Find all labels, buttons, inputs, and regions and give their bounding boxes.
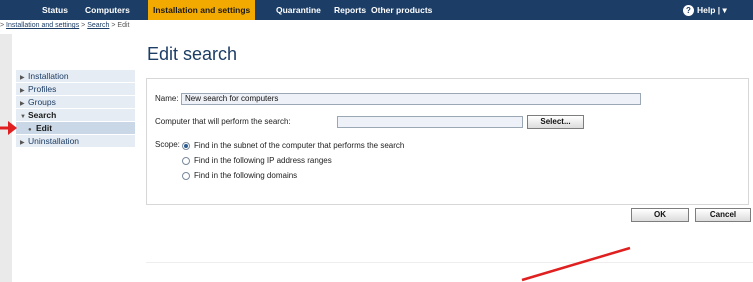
ok-button[interactable]: OK <box>631 208 689 222</box>
breadcrumb-separator: > <box>0 22 5 29</box>
sidebar-item-profiles[interactable]: ▶ Profiles <box>16 83 135 96</box>
help-label: Help | <box>697 5 721 15</box>
name-field[interactable]: New search for computers <box>181 93 641 105</box>
sidebar-item-label: Edit <box>36 123 53 133</box>
breadcrumb-current: Edit <box>117 22 130 29</box>
nav-tab-status[interactable]: Status <box>42 0 68 20</box>
sidebar-item-installation[interactable]: ▶ Installation <box>16 70 135 83</box>
scope-radio-subnet[interactable] <box>182 142 190 150</box>
breadcrumb-link-search[interactable]: Search <box>87 22 109 29</box>
sidebar-item-search[interactable]: ▼ Search <box>16 109 135 122</box>
left-rail <box>0 34 12 282</box>
sidebar-item-label: Uninstallation <box>28 136 80 146</box>
sidebar: ▶ Installation ▶ Profiles ▶ Groups ▼ Search … <box>16 70 135 148</box>
scope-option-subnet-label: Find in the subnet of the computer that … <box>194 141 405 150</box>
name-label: Name: <box>155 94 179 103</box>
breadcrumb-separator: > <box>111 22 116 29</box>
sidebar-item-groups[interactable]: ▶ Groups <box>16 96 135 109</box>
sidebar-item-uninstallation[interactable]: ▶ Uninstallation <box>16 135 135 148</box>
chevron-right-icon: ▶ <box>20 140 25 146</box>
annotation-arrow-icon <box>0 121 17 135</box>
sidebar-item-label: Installation <box>28 71 69 81</box>
top-nav-bar: Status Computers Installation and settin… <box>0 0 753 20</box>
breadcrumb: > Installation and settings > Search > E… <box>0 22 129 29</box>
sidebar-item-label: Profiles <box>28 84 57 94</box>
cancel-button[interactable]: Cancel <box>695 208 751 222</box>
annotation-line-icon <box>521 246 631 282</box>
scope-radio-domains[interactable] <box>182 172 190 180</box>
nav-tab-computers[interactable]: Computers <box>85 0 130 20</box>
sidebar-item-label: Groups <box>28 97 56 107</box>
scope-label: Scope: <box>155 140 180 149</box>
scope-radio-ip-ranges[interactable] <box>182 157 190 165</box>
sidebar-item-edit[interactable]: ● Edit <box>16 122 135 135</box>
divider <box>146 262 753 263</box>
page-title: Edit search <box>147 44 238 64</box>
nav-tab-reports[interactable]: Reports <box>334 0 366 20</box>
computer-field[interactable] <box>337 116 523 128</box>
edit-search-form: Name: New search for computers Computer … <box>146 78 749 205</box>
breadcrumb-separator: > <box>81 22 86 29</box>
computer-label: Computer that will perform the search: <box>155 117 291 126</box>
scope-option-ip-ranges-label: Find in the following IP address ranges <box>194 156 332 165</box>
sidebar-item-label: Search <box>28 110 57 120</box>
help-menu-button[interactable]: ? Help | ▾ <box>683 2 727 18</box>
chevron-down-icon: ▼ <box>20 114 26 120</box>
breadcrumb-link-installation-and-settings[interactable]: Installation and settings <box>6 22 79 29</box>
nav-tab-other-products[interactable]: Other products <box>371 0 432 20</box>
select-computer-button[interactable]: Select... <box>527 115 584 129</box>
nav-tab-quarantine[interactable]: Quarantine <box>276 0 321 20</box>
help-icon: ? <box>683 5 694 17</box>
scope-option-domains-label: Find in the following domains <box>194 171 298 180</box>
nav-tab-installation-and-settings[interactable]: Installation and settings <box>148 0 256 20</box>
chevron-down-icon: ▾ <box>722 5 727 15</box>
